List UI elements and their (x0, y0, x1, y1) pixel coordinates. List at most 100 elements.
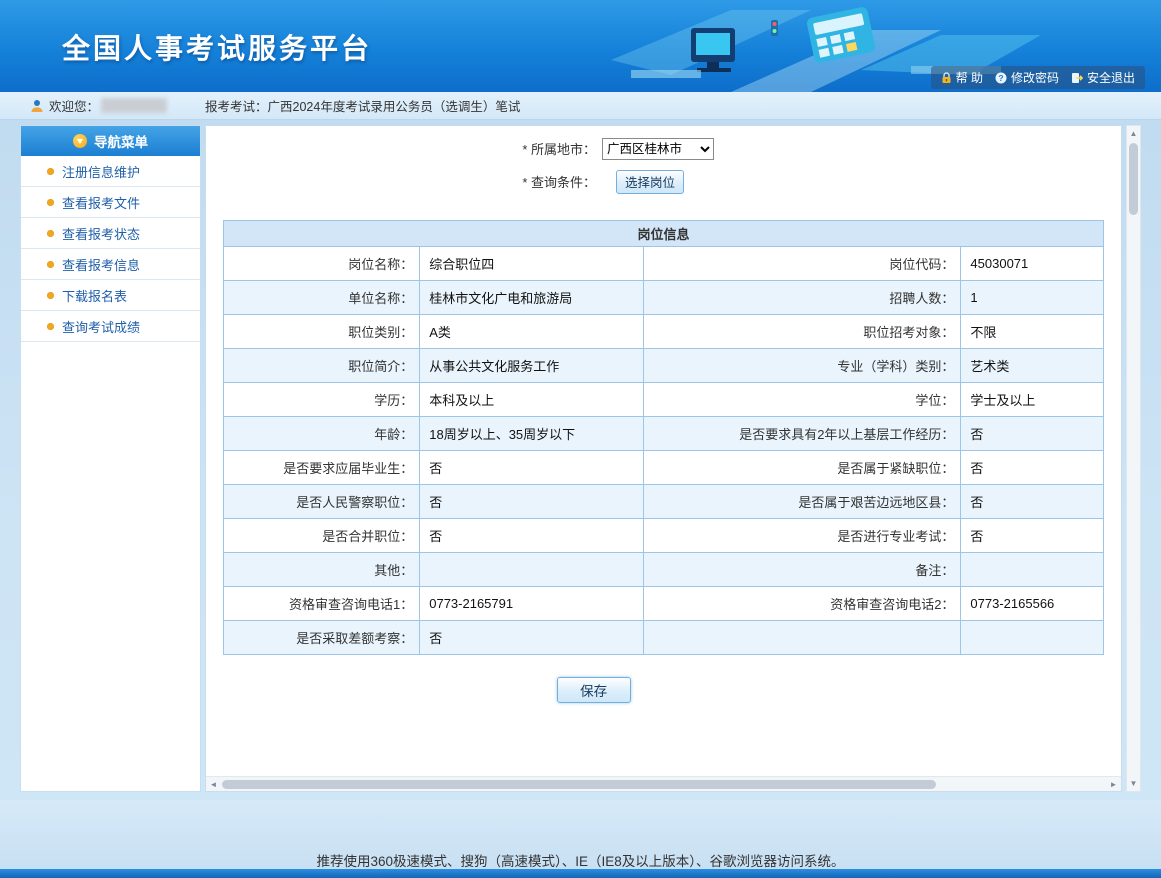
field-label-cell: 单位名称： (224, 281, 420, 315)
field-value-cell: 学士及以上 (961, 383, 1104, 417)
exit-icon (1071, 72, 1083, 84)
field-label-cell: 职位类别： (224, 315, 420, 349)
position-info-table: 岗位信息 岗位名称： 综合职位四 岗位代码： 45030071 单位名称： 桂林… (223, 220, 1104, 655)
sidebar-item-label: 注册信息维护 (62, 162, 140, 181)
change-password-link-label: 修改密码 (1011, 69, 1059, 86)
user-icon (30, 99, 44, 113)
sidebar-item-view-application-info[interactable]: 查看报考信息 (21, 249, 200, 280)
table-row: 单位名称： 桂林市文化广电和旅游局 招聘人数： 1 (224, 281, 1104, 315)
table-row: 是否采取差额考察： 否 (224, 621, 1104, 655)
sidebar-item-label: 查看报考状态 (62, 224, 140, 243)
field-value-cell: 否 (420, 485, 644, 519)
field-label-cell: 备注： (643, 553, 961, 587)
vertical-scrollbar[interactable]: ▲ ▼ (1126, 125, 1141, 792)
field-label-cell: 是否进行专业考试： (643, 519, 961, 553)
user-name-redacted (101, 98, 167, 113)
choose-position-button[interactable]: 选择岗位 (616, 170, 684, 194)
field-value-cell: 1 (961, 281, 1104, 315)
city-select[interactable]: 广西区桂林市 (602, 138, 714, 160)
scroll-up-arrow-icon[interactable]: ▲ (1126, 126, 1141, 141)
logout-link-label: 安全退出 (1087, 69, 1135, 86)
bullet-icon (47, 323, 54, 330)
field-value-cell: 不限 (961, 315, 1104, 349)
content-wrap: 导航菜单 注册信息维护 查看报考文件 查看报考状态 查看报考信息 下载报名表 (20, 125, 1141, 792)
query-form-row: * 查询条件： 选择岗位 (218, 165, 1109, 198)
field-value-cell (961, 621, 1104, 655)
field-label-cell: 招聘人数： (643, 281, 961, 315)
sidebar-item-label: 查看报考文件 (62, 193, 140, 212)
table-title: 岗位信息 (224, 221, 1104, 247)
bullet-icon (47, 292, 54, 299)
field-value-cell: 否 (420, 621, 644, 655)
top-header: 全国人事考试服务平台 帮 助 ? 修改密码 安全退出 (0, 0, 1161, 92)
scroll-right-arrow-icon[interactable]: ► (1106, 777, 1121, 792)
table-row: 年龄： 18周岁以上、35周岁以下 是否要求具有2年以上基层工作经历： 否 (224, 417, 1104, 451)
field-value-cell: 本科及以上 (420, 383, 644, 417)
main-panel: * 所属地市： 广西区桂林市 * 查询条件： 选择岗位 岗位信息 岗位名称： 综 (205, 125, 1122, 792)
sidebar-header[interactable]: 导航菜单 (21, 126, 200, 156)
question-circle-icon: ? (995, 72, 1007, 84)
sidebar-item-download-form[interactable]: 下载报名表 (21, 280, 200, 311)
lock-icon (941, 72, 952, 84)
field-label-cell: 学位： (643, 383, 961, 417)
field-value-cell: 18周岁以上、35周岁以下 (420, 417, 644, 451)
site-title: 全国人事考试服务平台 (62, 27, 372, 67)
field-label-cell: 是否人民警察职位： (224, 485, 420, 519)
bullet-icon (47, 199, 54, 206)
exam-info: 报考考试：广西2024年度考试录用公务员（选调生）笔试 (205, 96, 520, 115)
field-value-cell: 否 (961, 451, 1104, 485)
field-value-cell: 艺术类 (961, 349, 1104, 383)
scroll-down-arrow-icon[interactable]: ▼ (1126, 776, 1141, 791)
sidebar-item-view-exam-files[interactable]: 查看报考文件 (21, 187, 200, 218)
field-label-cell: 职位简介： (224, 349, 420, 383)
field-label-cell: 职位招考对象： (643, 315, 961, 349)
help-link[interactable]: 帮 助 (941, 69, 983, 86)
field-value-cell: 否 (961, 485, 1104, 519)
table-row: 是否人民警察职位： 否 是否属于艰苦边远地区县： 否 (224, 485, 1104, 519)
query-condition-label: * 查询条件： (218, 172, 596, 191)
field-value-cell (420, 553, 644, 587)
horizontal-scroll-thumb[interactable] (222, 780, 936, 789)
field-label-cell: 是否要求具有2年以上基层工作经历： (643, 417, 961, 451)
bullet-icon (47, 230, 54, 237)
logout-link[interactable]: 安全退出 (1071, 69, 1135, 86)
table-row: 职位简介： 从事公共文化服务工作 专业（学科）类别： 艺术类 (224, 349, 1104, 383)
field-label-cell: 是否合并职位： (224, 519, 420, 553)
sidebar-item-query-scores[interactable]: 查询考试成绩 (21, 311, 200, 342)
field-value-cell: 桂林市文化广电和旅游局 (420, 281, 644, 315)
change-password-link[interactable]: ? 修改密码 (995, 69, 1059, 86)
field-label-cell: 资格审查咨询电话1： (224, 587, 420, 621)
field-label-cell: 是否采取差额考察： (224, 621, 420, 655)
field-value-cell: 否 (961, 519, 1104, 553)
scroll-left-arrow-icon[interactable]: ◄ (206, 777, 221, 792)
field-label-cell: 是否属于紧缺职位： (643, 451, 961, 485)
field-value-cell: 从事公共文化服务工作 (420, 349, 644, 383)
field-label-cell: 专业（学科）类别： (643, 349, 961, 383)
sidebar-item-view-application-status[interactable]: 查看报考状态 (21, 218, 200, 249)
page: 全国人事考试服务平台 帮 助 ? 修改密码 安全退出 (0, 0, 1161, 878)
field-value-cell: 综合职位四 (420, 247, 644, 281)
save-button[interactable]: 保存 (557, 677, 631, 703)
horizontal-scrollbar[interactable]: ◄ ► (206, 776, 1121, 791)
field-value-cell: 否 (420, 519, 644, 553)
field-label-cell: 岗位名称： (224, 247, 420, 281)
field-value-cell: 否 (420, 451, 644, 485)
sidebar-item-label: 下载报名表 (62, 286, 127, 305)
field-label-cell: 学历： (224, 383, 420, 417)
field-value-cell: 0773-2165566 (961, 587, 1104, 621)
field-label-cell: 年龄： (224, 417, 420, 451)
table-row: 学历： 本科及以上 学位： 学士及以上 (224, 383, 1104, 417)
table-row: 职位类别： A类 职位招考对象： 不限 (224, 315, 1104, 349)
city-form-row: * 所属地市： 广西区桂林市 (218, 132, 1109, 165)
table-row: 资格审查咨询电话1： 0773-2165791 资格审查咨询电话2： 0773-… (224, 587, 1104, 621)
vertical-scroll-thumb[interactable] (1129, 143, 1138, 215)
footer: 推荐使用360极速模式、搜狗（高速模式）、IE（IE8及以上版本）、谷歌浏览器访… (0, 800, 1161, 878)
welcome-greeting: 欢迎您： (49, 96, 99, 115)
sidebar-item-register-info[interactable]: 注册信息维护 (21, 156, 200, 187)
svg-text:?: ? (998, 73, 1003, 83)
bullet-icon (47, 168, 54, 175)
field-value-cell: A类 (420, 315, 644, 349)
field-value-cell: 45030071 (961, 247, 1104, 281)
header-quick-links: 帮 助 ? 修改密码 安全退出 (931, 66, 1145, 89)
field-value-cell (961, 553, 1104, 587)
